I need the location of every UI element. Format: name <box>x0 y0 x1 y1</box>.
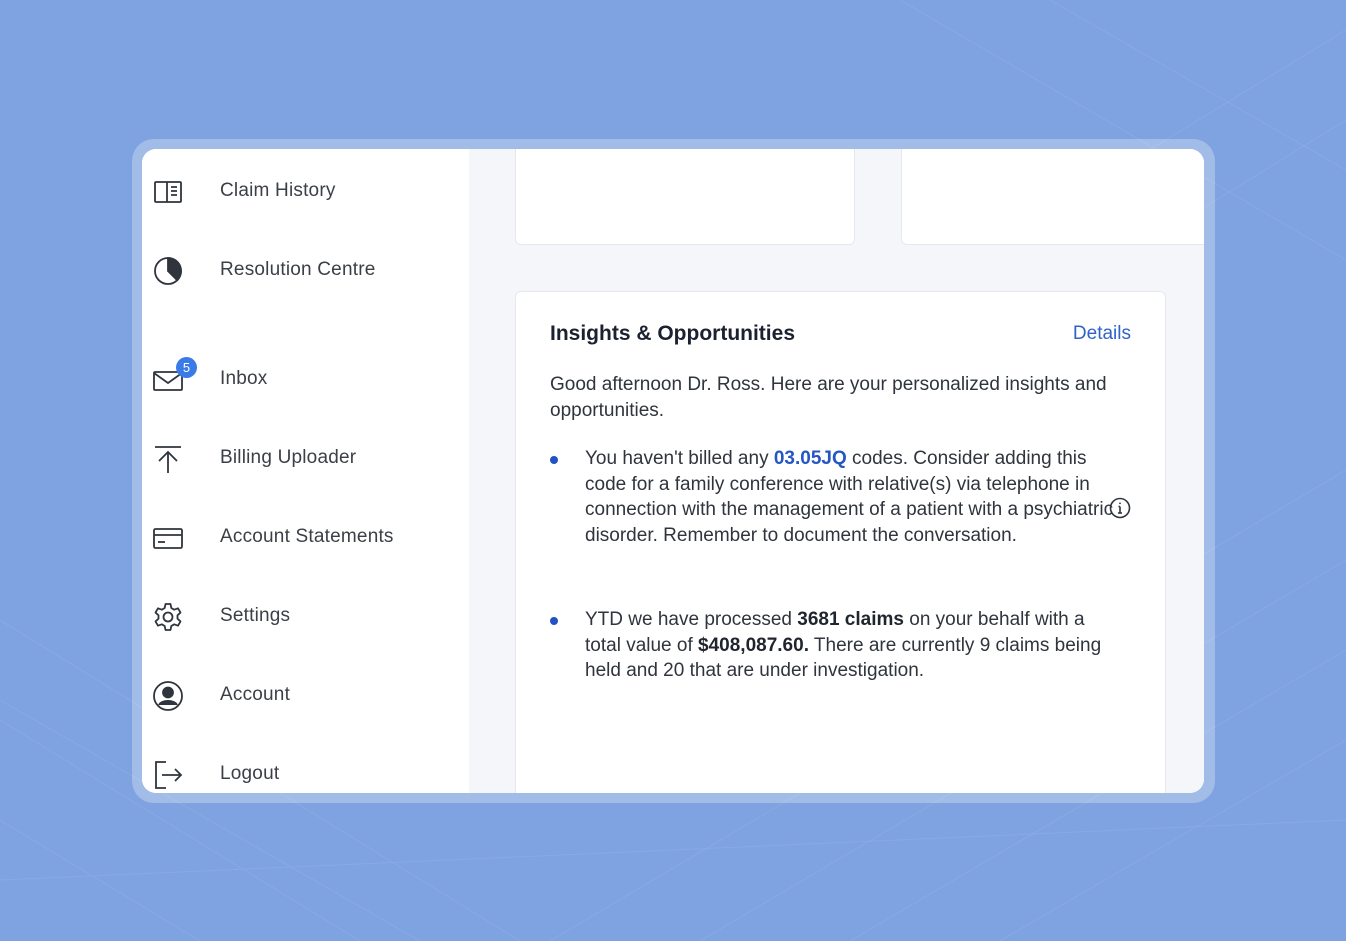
user-circle-icon <box>152 680 184 712</box>
insight-text-part: YTD we have processed <box>585 609 798 630</box>
credit-card-icon <box>152 522 184 554</box>
insight-item: YTD we have processed 3681 claims on you… <box>550 607 1110 687</box>
sidebar-item-inbox[interactable]: 5 Inbox <box>142 352 469 408</box>
bullet-icon <box>550 617 558 625</box>
sidebar-item-label: Inbox <box>220 368 268 389</box>
inbox-count-badge: 5 <box>176 357 197 378</box>
pie-chart-icon <box>152 255 184 287</box>
sidebar-item-logout[interactable]: Logout <box>142 747 469 793</box>
insight-text-part: You haven't billed any <box>585 448 774 469</box>
sidebar-item-label: Settings <box>220 605 291 626</box>
sidebar: Claim History Resolution Centre 5 Inbox <box>142 149 469 793</box>
sidebar-item-account[interactable]: Account <box>142 668 469 724</box>
insights-card: Insights & Opportunities Details Good af… <box>515 291 1166 793</box>
sidebar-item-account-statements[interactable]: Account Statements <box>142 510 469 566</box>
sidebar-item-label: Account <box>220 684 291 705</box>
summary-card <box>901 149 1204 245</box>
gear-icon <box>152 601 184 633</box>
sidebar-item-label: Account Statements <box>220 526 394 547</box>
sidebar-item-label: Resolution Centre <box>220 259 376 280</box>
logout-icon <box>152 759 184 791</box>
sidebar-item-claim-history[interactable]: Claim History <box>142 164 469 220</box>
details-link[interactable]: Details <box>1073 323 1131 345</box>
insight-text: You haven't billed any 03.05JQ codes. Co… <box>585 446 1120 548</box>
bullet-icon <box>550 456 558 464</box>
claim-history-icon <box>152 176 184 208</box>
sidebar-item-resolution-centre[interactable]: Resolution Centre <box>142 243 469 299</box>
insights-title: Insights & Opportunities <box>550 322 795 345</box>
upload-arrow-icon <box>152 443 184 475</box>
sidebar-item-settings[interactable]: Settings <box>142 589 469 645</box>
insight-text: YTD we have processed 3681 claims on you… <box>585 607 1120 684</box>
greeting-text: Good afternoon Dr. Ross. Here are your p… <box>550 374 1107 421</box>
summary-card <box>515 149 855 245</box>
info-icon[interactable] <box>1108 496 1132 520</box>
claims-count: 3681 claims <box>797 609 904 630</box>
main-content: Insights & Opportunities Details Good af… <box>469 149 1204 793</box>
app-window: Claim History Resolution Centre 5 Inbox <box>142 149 1204 793</box>
billing-code-link[interactable]: 03.05JQ <box>774 448 847 469</box>
claims-value: $408,087.60. <box>698 634 809 656</box>
sidebar-item-billing-uploader[interactable]: Billing Uploader <box>142 431 469 487</box>
sidebar-item-label: Billing Uploader <box>220 447 357 468</box>
sidebar-item-label: Claim History <box>220 180 336 201</box>
sidebar-item-label: Logout <box>220 763 280 784</box>
insight-item: You haven't billed any 03.05JQ codes. Co… <box>550 446 1113 576</box>
